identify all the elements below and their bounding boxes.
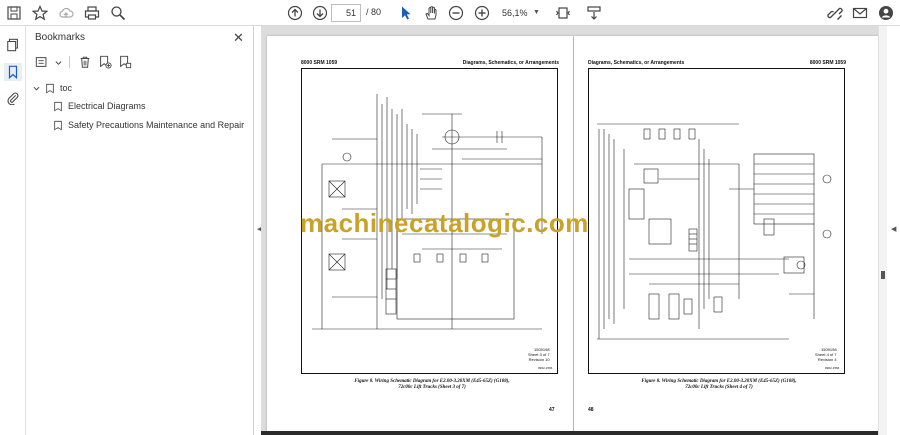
- revision: Revision 4: [817, 357, 837, 362]
- previous-page-icon[interactable]: [285, 3, 305, 23]
- close-icon[interactable]: ✕: [233, 30, 244, 46]
- scrollbar-thumb[interactable]: [881, 271, 885, 279]
- chevron-down-icon[interactable]: [33, 85, 40, 92]
- caption-line: 72c00c Lift Trucks (Sheet 3 of 7): [398, 385, 466, 391]
- chevron-down-icon[interactable]: [54, 54, 62, 70]
- save-icon[interactable]: [4, 3, 24, 23]
- page-header-left: Diagrams, Schematics, or Arrangements: [588, 60, 685, 66]
- bookmark-icon: [46, 83, 54, 93]
- delete-bookmark-icon[interactable]: [77, 54, 93, 70]
- bookmarks-panel: Bookmarks ✕ toc Electrical Diagrams Safe…: [26, 26, 254, 435]
- navigation-rail: [0, 26, 26, 435]
- page-number: 48: [588, 407, 594, 413]
- toolbar: 51 / 80 56,1% ▼: [0, 0, 900, 26]
- hand-tool-icon[interactable]: [421, 3, 441, 23]
- print-icon[interactable]: [82, 3, 102, 23]
- schematic-drawing: [597, 123, 832, 340]
- sheet-info: 1509198 Sheet 4 of 7 Revision 4: [815, 347, 837, 362]
- figure-caption: Figure 8. Wiring Schematic Diagram for E…: [307, 379, 557, 392]
- drawing-code: 9962-1566: [825, 366, 840, 370]
- page-number-input[interactable]: 51: [331, 4, 361, 22]
- vertical-scrollbar[interactable]: [878, 26, 887, 435]
- bookmark-label: Electrical Diagrams: [68, 101, 146, 111]
- watermark-text: machinecatalogic.com: [300, 208, 589, 238]
- zoom-in-icon[interactable]: [472, 3, 492, 23]
- bookmark-icon: [54, 120, 62, 130]
- page-fit-icon[interactable]: [553, 3, 573, 23]
- page-header-right: 8000 SRM 1059: [809, 60, 846, 66]
- mail-icon[interactable]: [850, 3, 870, 23]
- page-number: 47: [549, 407, 555, 413]
- chevron-down-icon[interactable]: ▼: [533, 9, 540, 16]
- bookmark-label: Safety Precautions Maintenance and Repai…: [68, 120, 245, 130]
- bookmark-settings-icon[interactable]: [117, 54, 133, 70]
- wiring-schematic-sheet-4: 1509198 Sheet 4 of 7 Revision 4 9962-156…: [588, 68, 845, 374]
- bookmark-icon[interactable]: [4, 63, 22, 81]
- panel-title: Bookmarks: [35, 32, 86, 43]
- page-header-right: Diagrams, Schematics, or Arrangements: [462, 60, 559, 66]
- expand-tools-handle[interactable]: ◀: [891, 225, 896, 233]
- bookmark-item-toc[interactable]: toc: [33, 80, 72, 96]
- zoom-out-icon[interactable]: [446, 3, 466, 23]
- search-zoom-icon[interactable]: [108, 3, 128, 23]
- bookmark-item-safety-precautions[interactable]: Safety Precautions Maintenance and Repai…: [53, 117, 244, 133]
- link-edit-icon[interactable]: [825, 3, 845, 23]
- thumbnails-icon[interactable]: [4, 36, 22, 54]
- bookmark-icon: [54, 101, 62, 111]
- options-menu-icon[interactable]: [34, 54, 50, 70]
- page-total: / 80: [366, 7, 382, 17]
- cloud-upload-icon[interactable]: [56, 3, 76, 23]
- bottom-bar: [261, 431, 878, 435]
- sheet-info: 1509198 Sheet 3 of 7 Revision 10: [528, 347, 550, 362]
- star-icon[interactable]: [30, 3, 50, 23]
- attachment-icon[interactable]: [4, 89, 22, 107]
- toolbar-divider: [69, 56, 70, 68]
- account-icon[interactable]: [876, 3, 896, 23]
- document-viewer[interactable]: 8000 SRM 1059 Diagrams, Schematics, or A…: [261, 26, 878, 435]
- new-bookmark-icon[interactable]: [97, 54, 113, 70]
- bookmark-label: toc: [60, 83, 73, 93]
- next-page-icon[interactable]: [310, 3, 330, 23]
- bookmark-toolbar: [34, 54, 133, 70]
- caption-line: 72c00c Lift Trucks (Sheet 4 of 7): [685, 385, 753, 391]
- page-header-left: 8000 SRM 1059: [301, 60, 338, 66]
- select-cursor-icon[interactable]: [396, 3, 416, 23]
- document-page-48: Diagrams, Schematics, or Arrangements 80…: [574, 36, 878, 435]
- revision: Revision 10: [528, 357, 550, 362]
- drawing-code: 9962-1566: [538, 366, 553, 370]
- scroll-mode-icon[interactable]: [584, 3, 604, 23]
- figure-caption: Figure 8. Wiring Schematic Diagram for E…: [594, 379, 844, 392]
- bookmark-item-electrical-diagrams[interactable]: Electrical Diagrams: [53, 98, 146, 114]
